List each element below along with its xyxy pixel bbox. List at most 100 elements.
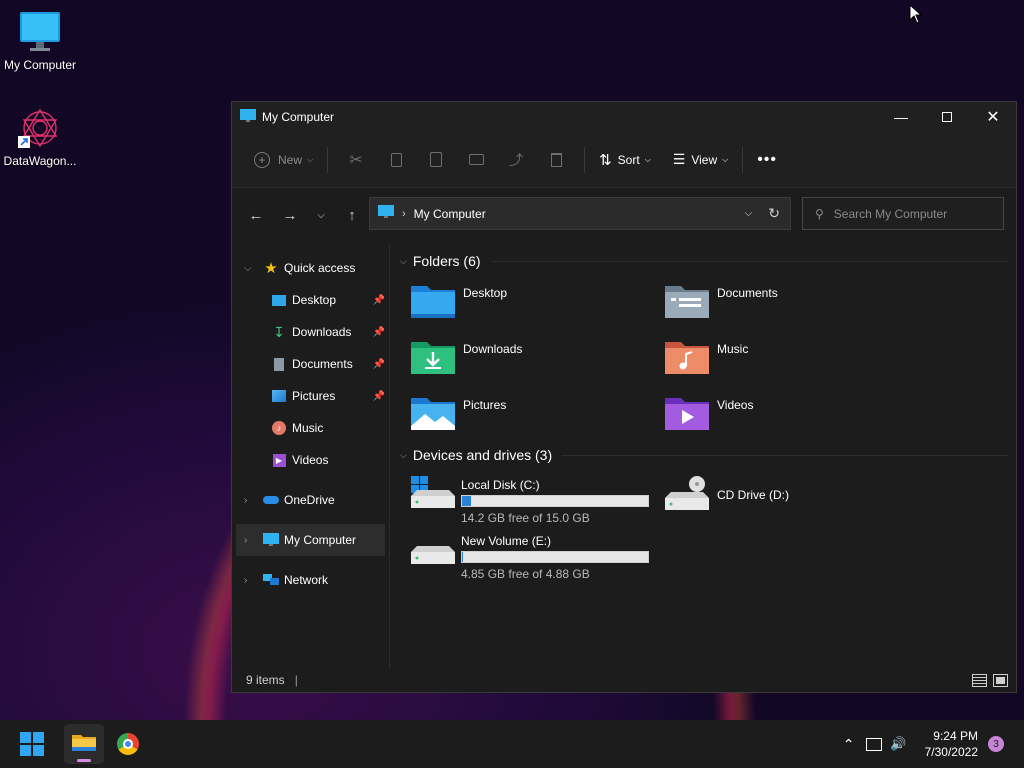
notification-badge[interactable]: 3	[988, 736, 1004, 752]
sidebar-item-music[interactable]: ♪ Music	[232, 412, 389, 444]
taskbar-chrome[interactable]	[108, 724, 148, 764]
arrow-up-icon: ↑	[348, 206, 356, 224]
close-button[interactable]: ✕	[970, 102, 1016, 132]
folder-videos[interactable]: Videos	[648, 394, 888, 446]
delete-button[interactable]	[536, 144, 576, 176]
download-icon: ↧	[273, 323, 285, 340]
status-bar: 9 items |	[232, 668, 1016, 692]
sort-icon: ⇅	[599, 151, 612, 169]
chevron-up-icon[interactable]: ⌃	[843, 736, 855, 753]
sidebar-item-documents[interactable]: Documents 📌	[232, 348, 389, 380]
new-label: New	[278, 152, 303, 167]
sidebar-label: OneDrive	[284, 493, 335, 507]
chevron-right-icon: ›	[402, 207, 406, 220]
pin-icon: 📌	[372, 326, 385, 338]
toolbar-divider	[742, 146, 744, 173]
title-bar[interactable]: My Computer — ✕	[232, 102, 1016, 132]
arrow-right-icon: →	[282, 206, 298, 224]
sidebar-label: Network	[284, 573, 329, 587]
folder-documents[interactable]: Documents	[648, 282, 888, 334]
sort-button[interactable]: ⇅ Sort ⌵	[593, 144, 657, 176]
chevron-down-icon: ⌵	[722, 154, 729, 164]
sidebar-label: Pictures	[292, 389, 336, 403]
clock-date: 7/30/2022	[924, 745, 978, 759]
minimize-icon: —	[894, 109, 908, 125]
sidebar-item-my-computer[interactable]: › My Computer	[236, 524, 385, 556]
address-dropdown-button[interactable]: ⌵	[745, 208, 753, 219]
sidebar-item-onedrive[interactable]: › OneDrive	[232, 484, 389, 516]
view-button[interactable]: ☰ View ⌵	[667, 144, 734, 176]
forward-button[interactable]: →	[274, 199, 306, 231]
close-icon: ✕	[986, 109, 1000, 126]
tiles-view-button[interactable]	[993, 673, 1008, 687]
folder-music[interactable]: Music	[648, 338, 888, 390]
maximize-button[interactable]	[924, 102, 970, 132]
sidebar-item-quick-access[interactable]: ⌵ ★ Quick access	[232, 252, 389, 284]
navigation-pane: ⌵ ★ Quick access Desktop 📌 ↧ Downloads 📌…	[232, 244, 390, 669]
plus-circle-icon: +	[254, 151, 270, 168]
sidebar-label: Documents	[292, 357, 353, 371]
drive-e[interactable]: New Volume (E:) 4.85 GB free of 4.88 GB	[394, 532, 649, 582]
sidebar-item-desktop[interactable]: Desktop 📌	[232, 284, 389, 316]
chrome-icon	[117, 733, 139, 755]
toolbar-divider	[584, 146, 586, 173]
sidebar-item-pictures[interactable]: Pictures 📌	[232, 380, 389, 412]
drive-d[interactable]: CD Drive (D:)	[648, 476, 888, 526]
drive-c[interactable]: Local Disk (C:) 14.2 GB free of 15.0 GB	[394, 476, 649, 526]
desktop-icon-my-computer[interactable]: My Computer	[0, 10, 80, 72]
folder-name: Music	[717, 342, 749, 356]
rename-button[interactable]	[456, 144, 496, 176]
chevron-down-icon: ⌵	[307, 154, 314, 164]
minimize-button[interactable]: —	[878, 102, 924, 132]
monitor-icon	[378, 205, 394, 222]
volume-icon[interactable]: 🔊	[890, 736, 906, 752]
view-list-icon: ☰	[672, 151, 686, 167]
clock-time: 9:24 PM	[933, 729, 978, 743]
chevron-down-icon: ⌵	[400, 449, 407, 460]
drive-free-space: 4.85 GB free of 4.88 GB	[461, 567, 590, 581]
address-bar[interactable]: › My Computer ⌵ ↻	[369, 197, 791, 230]
folder-desktop[interactable]: Desktop	[394, 282, 634, 334]
folder-pictures[interactable]: Pictures	[394, 394, 634, 446]
command-bar: + New ⌵ ✂ ⤴ ⇅ Sort ⌵ ☰ View ⌵ •••	[232, 132, 1016, 188]
drive-usage-bar	[461, 495, 649, 507]
group-title: Devices and drives (3)	[412, 447, 553, 463]
desktop-icon-label: DataWagon...	[3, 154, 77, 168]
clock[interactable]: 9:24 PM 7/30/2022	[925, 728, 978, 760]
back-button[interactable]: ←	[240, 199, 272, 231]
copy-icon	[390, 152, 402, 167]
rename-icon	[468, 154, 484, 165]
desktop-folder-icon	[270, 292, 288, 308]
chevron-right-icon: ›	[244, 494, 248, 506]
sidebar-item-network[interactable]: › Network	[232, 564, 389, 596]
folder-downloads[interactable]: Downloads	[394, 338, 634, 390]
details-view-button[interactable]	[972, 673, 987, 687]
share-icon: ⤴	[509, 151, 524, 168]
drives-group-header[interactable]: ⌵ Devices and drives (3)	[394, 442, 1014, 468]
cut-button[interactable]: ✂	[336, 144, 376, 176]
pin-icon: 📌	[372, 358, 385, 370]
recent-locations-button[interactable]: ⌵	[308, 199, 334, 231]
system-tray: ⌃ 🔊 9:24 PM 7/30/2022 3	[843, 720, 1024, 768]
new-button[interactable]: + New ⌵	[248, 144, 319, 176]
clipboard-icon	[430, 152, 443, 167]
music-icon: ♪	[270, 420, 288, 436]
copy-button[interactable]	[376, 144, 416, 176]
chevron-down-icon: ⌵	[317, 209, 325, 221]
folder-name: Downloads	[463, 342, 523, 356]
monitor-icon	[262, 532, 280, 548]
sidebar-item-videos[interactable]: ▶ Videos	[232, 444, 389, 476]
up-button[interactable]: ↑	[336, 199, 368, 231]
more-options-button[interactable]: •••	[751, 144, 783, 176]
start-button[interactable]	[12, 724, 52, 764]
desktop-icon-datawagon[interactable]: DataWagon...	[0, 106, 80, 168]
sidebar-item-downloads[interactable]: ↧ Downloads 📌	[232, 316, 389, 348]
share-button[interactable]: ⤴	[496, 144, 536, 176]
folders-group-header[interactable]: ⌵ Folders (6)	[394, 248, 1014, 274]
refresh-icon[interactable]: ↻	[768, 205, 780, 222]
paste-button[interactable]	[416, 144, 456, 176]
taskbar-file-explorer[interactable]	[64, 724, 104, 764]
toolbar-divider	[327, 146, 329, 173]
network-status-icon[interactable]	[866, 737, 883, 751]
search-input[interactable]: ⚲ Search My Computer	[802, 197, 1004, 230]
